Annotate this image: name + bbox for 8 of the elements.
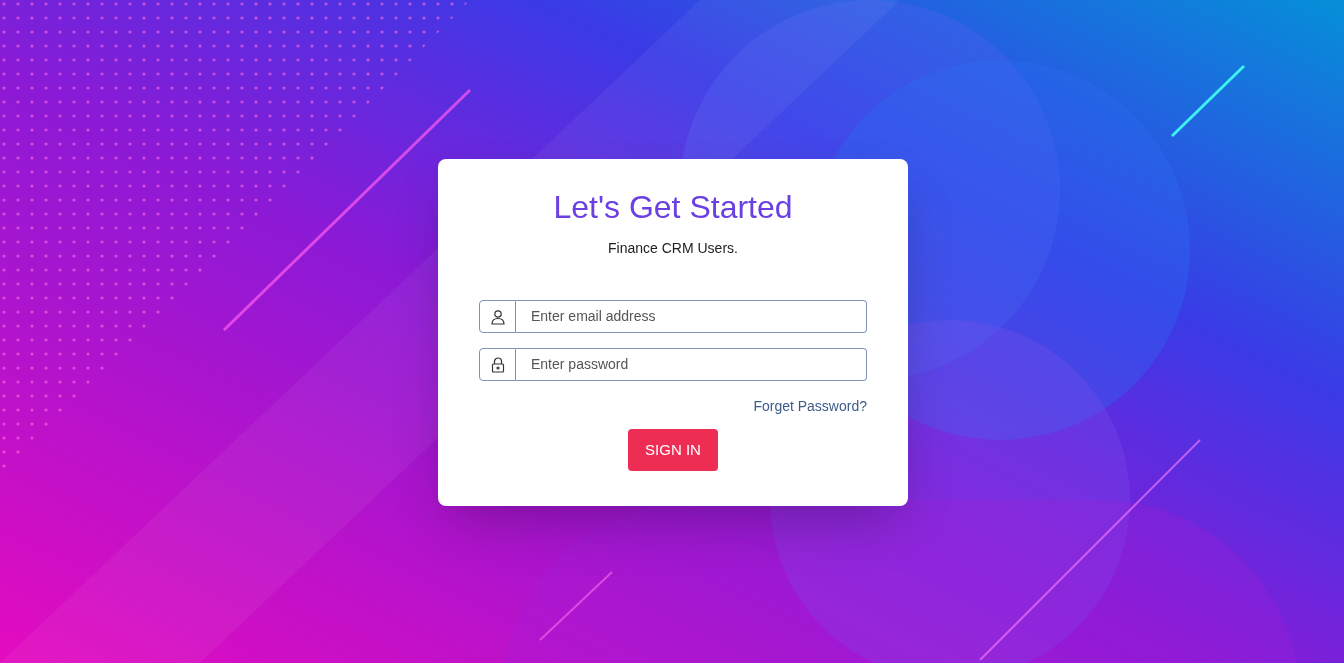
- sign-in-button[interactable]: SIGN IN: [628, 429, 718, 471]
- lock-icon: [479, 348, 516, 381]
- email-field[interactable]: Enter email address: [516, 300, 867, 333]
- card-subtitle: Finance CRM Users.: [608, 239, 738, 258]
- card-title: Let's Get Started: [553, 188, 793, 227]
- forgot-password-link[interactable]: Forget Password?: [753, 396, 867, 417]
- password-field[interactable]: Enter password: [516, 348, 867, 381]
- user-icon: [479, 300, 516, 333]
